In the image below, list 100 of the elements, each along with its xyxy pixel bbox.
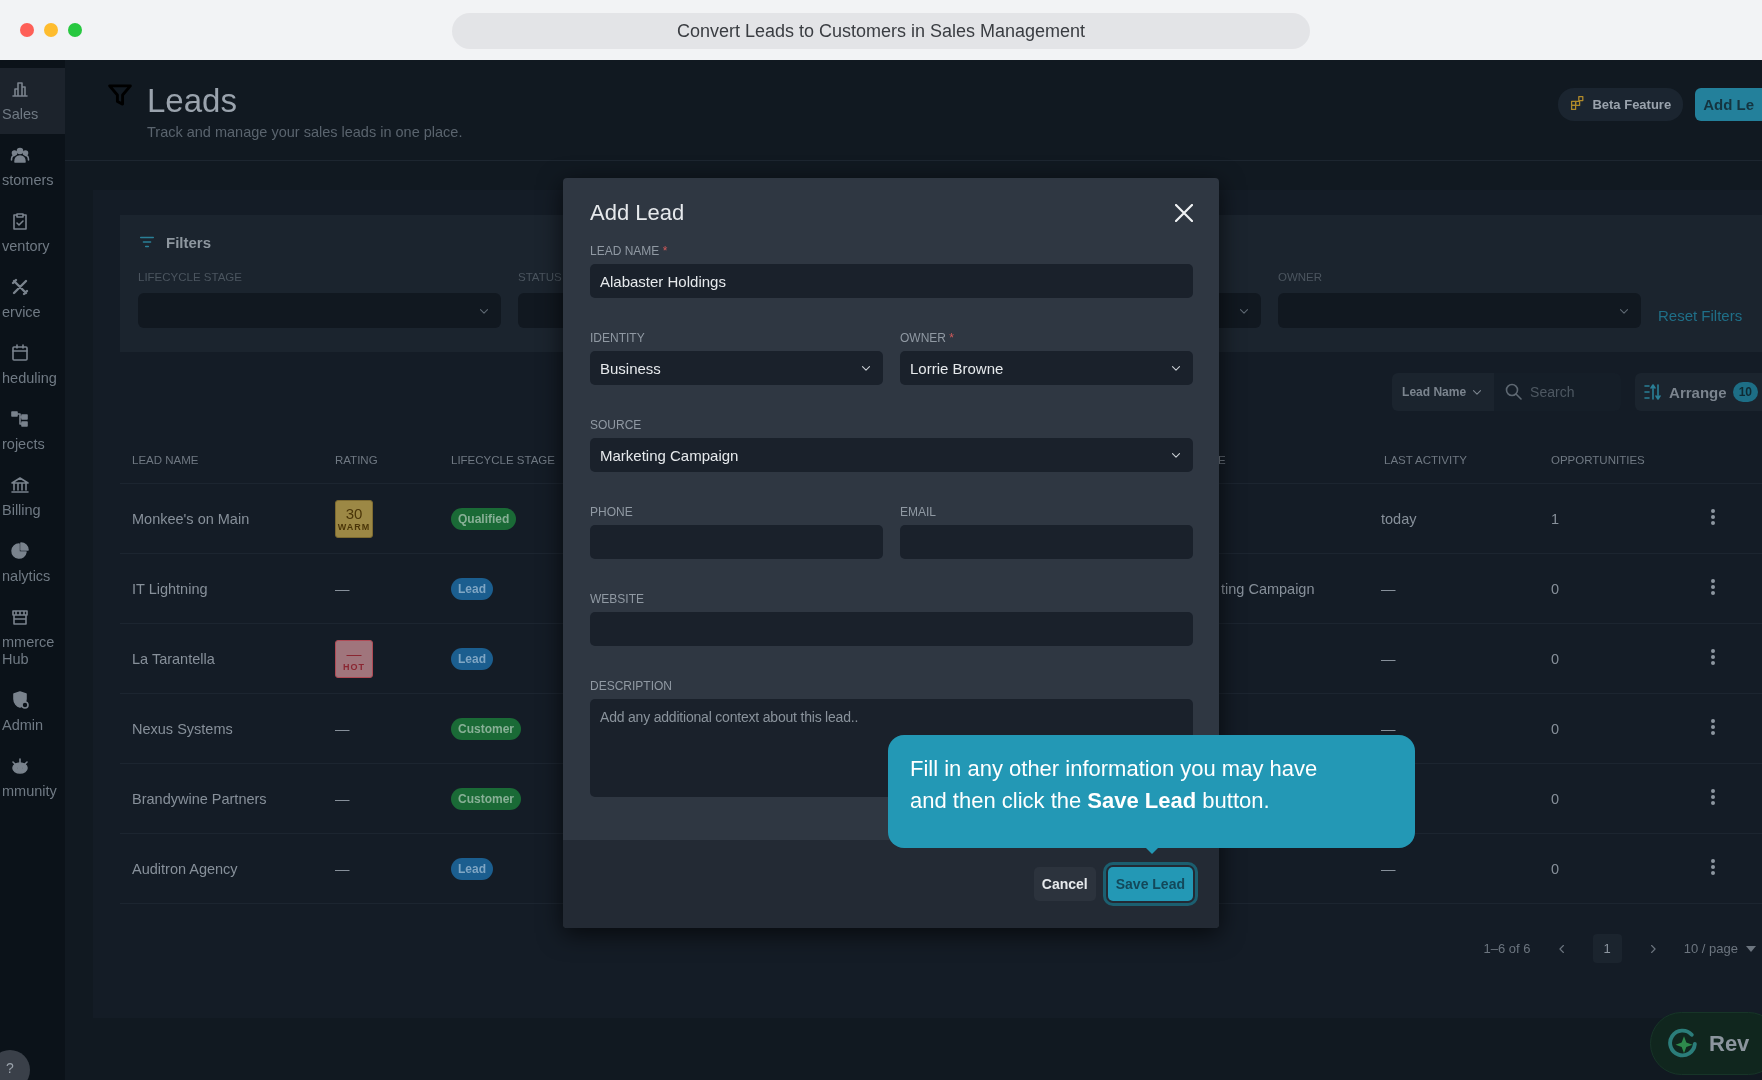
field-label: LEAD NAME * [590,244,668,258]
column-header: LAST ACTIVITY [1384,453,1467,466]
stage-tag: Lead [451,577,493,600]
column-header: E [1218,453,1226,466]
robot-head-icon [10,756,30,776]
table-cell-text: 0 [1550,790,1561,807]
window-control-icon[interactable] [44,23,58,37]
stage-tag: Customer [451,717,521,740]
table-cell-text: — [1380,650,1397,667]
table-cell-text: — [1380,720,1397,737]
table-cell-text: 0 [1550,720,1561,737]
table-cell-text: Auditron Agency [131,860,239,877]
shield-user-icon [10,690,30,710]
column-header: LEAD NAME [132,453,199,466]
select-field[interactable]: Business [590,351,883,385]
arrange-button[interactable]: Arrange 10 [1635,373,1762,411]
table-cell-text: today [1380,510,1418,527]
tools-icon [10,277,30,297]
kebab-menu-icon[interactable] [1710,717,1716,736]
bar-chart-icon [10,79,30,99]
select-field[interactable]: Marketing Campaign [590,438,1193,472]
field-label: EMAIL [900,505,936,519]
page-size-select[interactable]: 10 / page [1683,941,1756,956]
beta-badge: Beta Feature [1558,88,1684,121]
sidebar-item[interactable]: ervice [0,266,65,332]
table-cell-text: — [334,790,351,807]
kebab-menu-icon[interactable] [1710,647,1716,666]
text-field[interactable] [590,612,1193,646]
hierarchy-icon [10,409,30,429]
table-cell-text: 0 [1550,860,1561,877]
table-cell-text: 1 [1550,510,1561,527]
bank-icon [10,475,30,495]
sidebar-item[interactable]: ventory [0,200,65,266]
text-field[interactable] [900,525,1193,559]
kebab-menu-icon[interactable] [1710,577,1716,596]
table-cell-text: — [334,860,351,877]
close-icon[interactable] [1175,204,1193,222]
kebab-menu-icon[interactable] [1710,787,1716,806]
table-cell-text: La Tarantella [131,650,216,667]
field-label: OWNER * [900,331,954,345]
dialog-title: Add Lead [590,200,685,226]
field-label: DESCRIPTION [590,679,672,693]
table-cell-text: IT Lightning [131,580,209,597]
column-header: OPPORTUNITIES [1551,453,1645,466]
field-label: WEBSITE [590,592,644,606]
sidebar-item[interactable]: mmunity [0,745,65,811]
search-icon [1504,382,1525,402]
sort-field-select[interactable]: Lead Name [1392,373,1495,411]
table-cell-text: 0 [1550,580,1561,597]
table-cell-text: 0 [1550,650,1561,667]
field-label: IDENTITY [590,331,645,345]
window-control-icon[interactable] [68,23,82,37]
page-subtitle: Track and manage your sales leads in one place. [147,124,463,140]
sidebar-item[interactable]: heduling [0,332,65,398]
page-title: Leads [147,82,238,120]
window-control-icon[interactable] [20,23,34,37]
sidebar-item[interactable]: stomers [0,134,65,200]
stage-tag: Lead [451,857,493,880]
text-field[interactable]: Alabaster Holdings [590,264,1193,298]
reset-filters-link[interactable]: Reset Filters [1658,307,1743,324]
rating-badge: — HOT [335,639,373,678]
tooltip: Fill in any other information you may have and then click the Save Lead button. [888,735,1415,848]
kebab-menu-icon[interactable] [1710,507,1716,526]
clipboard-check-icon [10,211,30,231]
table-cell-text: Nexus Systems [131,720,234,737]
table-cell-text: Brandywine Partners [131,790,268,807]
filters-title: Filters [166,233,211,251]
caret-down-icon [1746,945,1756,952]
sidebar-item[interactable]: rojects [0,398,65,464]
stage-tag: Qualified [451,507,517,530]
cancel-button[interactable]: Cancel [1033,867,1096,901]
calendar-icon [10,343,30,363]
page-range: 1–6 of 6 [1483,941,1531,956]
table-cell-text: — [1380,580,1397,597]
help-button[interactable]: ? [0,1050,30,1080]
stage-tag: Lead [451,647,493,670]
text-field[interactable] [590,525,883,559]
table-cell-text: — [1380,860,1397,877]
table-cell-text: — [334,580,351,597]
assistant-button[interactable]: Rev [1650,1012,1762,1075]
storefront-icon [10,607,30,627]
rating-badge: 30 WARM [335,499,373,538]
people-icon [10,145,30,165]
sidebar-item[interactable]: Billing [0,464,65,530]
add-lead-button[interactable]: Add Le [1695,88,1762,121]
pie-chart-icon [10,541,30,561]
column-header: LIFECYCLE STAGE [451,453,555,466]
sidebar-item[interactable]: Admin [0,679,65,745]
field-label: SOURCE [590,418,642,432]
sidebar-item[interactable]: Sales [0,68,65,134]
sidebar-item[interactable]: mmerce Hub [0,596,65,679]
field-label: PHONE [590,505,633,519]
sliders-icon [1643,382,1664,402]
stage-tag: Customer [451,787,521,810]
kebab-menu-icon[interactable] [1710,857,1716,876]
sidebar-item[interactable]: nalytics [0,530,65,596]
tooltip-pointer [1144,846,1160,854]
page-button[interactable]: 1 [1592,934,1622,963]
select-field[interactable]: Lorrie Browne [900,351,1193,385]
window-title: Convert Leads to Customers in Sales Management [452,13,1310,49]
